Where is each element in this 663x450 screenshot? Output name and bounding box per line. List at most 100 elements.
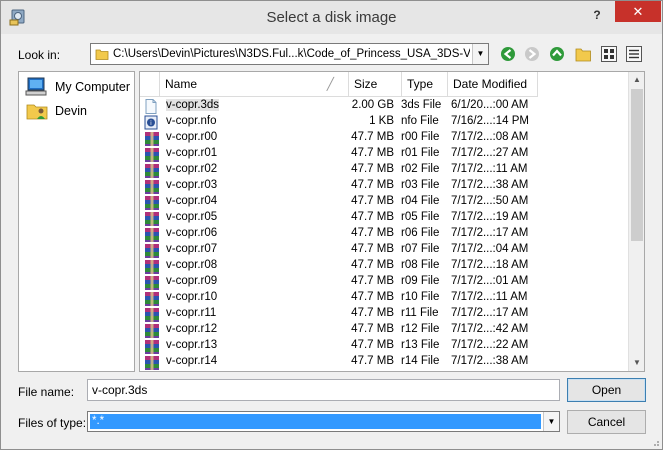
file-size: 47.7 MB — [351, 131, 394, 143]
file-name: v-copr.r02 — [166, 163, 218, 175]
archive-icon — [144, 355, 160, 371]
file-size: 47.7 MB — [351, 211, 394, 223]
file-row[interactable]: v-copr.r10 47.7 MB r10 File 7/17/2...:11 AM — [140, 290, 628, 306]
files-of-type-value: *.* — [90, 414, 541, 429]
column-spacer — [140, 72, 160, 97]
file-size: 47.7 MB — [351, 243, 394, 255]
file-date-modified: 7/17/2...:38 AM — [451, 355, 529, 367]
file-row[interactable]: v-copr.r00 47.7 MB r00 File 7/17/2...:08 AM — [140, 130, 628, 146]
up-folder-icon[interactable] — [547, 44, 567, 64]
file-date-modified: 7/16/2...:14 PM — [451, 115, 529, 127]
column-header-date[interactable]: Date Modified — [448, 72, 538, 97]
file-date-modified: 7/17/2...:11 AM — [451, 291, 528, 303]
sidebar-item-devin[interactable]: Devin — [23, 100, 131, 122]
places-sidebar: My Computer Devin — [18, 71, 135, 372]
file-name: v-copr.r10 — [166, 291, 218, 303]
file-type: r07 File — [401, 243, 440, 255]
file-row[interactable]: v-copr.r09 47.7 MB r09 File 7/17/2...:01 AM — [140, 274, 628, 290]
file-row[interactable]: v-copr.r03 47.7 MB r03 File 7/17/2...:38 AM — [140, 178, 628, 194]
open-button[interactable]: Open — [567, 378, 646, 402]
scroll-down-icon[interactable]: ▼ — [629, 355, 644, 371]
file-date-modified: 7/17/2...:42 AM — [451, 323, 529, 335]
files-of-type-select[interactable]: *.* ▼ — [87, 411, 560, 432]
files-of-type-label: Files of type: — [18, 416, 87, 430]
resize-grip-icon[interactable] — [650, 437, 660, 447]
file-row[interactable]: i v-copr.nfo 1 KB nfo File 7/16/2...:14 PM — [140, 114, 628, 130]
file-date-modified: 7/17/2...:17 AM — [451, 227, 529, 239]
column-header-name[interactable]: Name ╱ — [160, 72, 349, 97]
file-date-modified: 7/17/2...:18 AM — [451, 259, 529, 271]
file-name-label: File name: — [18, 385, 75, 399]
file-size: 47.7 MB — [351, 355, 394, 367]
file-date-modified: 6/1/20...:00 AM — [451, 99, 529, 111]
file-name: v-copr.r03 — [166, 179, 218, 191]
file-name-input[interactable]: v-copr.3ds — [87, 379, 560, 401]
file-size: 47.7 MB — [351, 339, 394, 351]
file-type: r01 File — [401, 147, 440, 159]
file-list: Name ╱ Size Type Date Modified v-copr.3d… — [139, 71, 645, 372]
file-size: 47.7 MB — [351, 179, 394, 191]
file-row[interactable]: v-copr.r12 47.7 MB r12 File 7/17/2...:42 AM — [140, 322, 628, 338]
file-type: 3ds File — [401, 99, 442, 111]
detail-view-icon[interactable] — [624, 44, 644, 64]
file-row[interactable]: v-copr.r05 47.7 MB r05 File 7/17/2...:19 AM — [140, 210, 628, 226]
file-type: r02 File — [401, 163, 440, 175]
file-date-modified: 7/17/2...:50 AM — [451, 195, 529, 207]
file-name: v-copr.r00 — [166, 131, 218, 143]
file-name: v-copr.r07 — [166, 243, 218, 255]
file-row[interactable]: v-copr.r02 47.7 MB r02 File 7/17/2...:11 AM — [140, 162, 628, 178]
window-title: Select a disk image — [266, 9, 397, 26]
file-row[interactable]: v-copr.r11 47.7 MB r11 File 7/17/2...:17 AM — [140, 306, 628, 322]
column-header: Name ╱ Size Type Date Modified — [140, 72, 628, 97]
file-type: r10 File — [401, 291, 440, 303]
file-size: 47.7 MB — [351, 227, 394, 239]
new-folder-icon[interactable] — [573, 44, 593, 64]
chevron-down-icon[interactable]: ▼ — [472, 44, 488, 64]
file-name: v-copr.r01 — [166, 147, 218, 159]
title-bar[interactable]: Select a disk image ? ✕ — [1, 1, 662, 34]
file-row[interactable]: v-copr.r08 47.7 MB r08 File 7/17/2...:18 AM — [140, 258, 628, 274]
file-size: 47.7 MB — [351, 275, 394, 287]
sidebar-item-my-computer[interactable]: My Computer — [23, 76, 131, 98]
file-date-modified: 7/17/2...:01 AM — [451, 275, 529, 287]
file-name: v-copr.nfo — [166, 115, 217, 127]
scroll-up-icon[interactable]: ▲ — [629, 72, 644, 88]
folder-icon — [95, 49, 109, 60]
file-size: 47.7 MB — [351, 291, 394, 303]
list-view-icon[interactable] — [599, 44, 619, 64]
file-row[interactable]: v-copr.r07 47.7 MB r07 File 7/17/2...:04 AM — [140, 242, 628, 258]
file-date-modified: 7/17/2...:38 AM — [451, 179, 529, 191]
column-resize-icon: ╱ — [326, 77, 334, 91]
file-row[interactable]: v-copr.r14 47.7 MB r14 File 7/17/2...:38 AM — [140, 354, 628, 370]
chevron-down-icon[interactable]: ▼ — [543, 412, 559, 431]
file-size: 47.7 MB — [351, 163, 394, 175]
file-date-modified: 7/17/2...:22 AM — [451, 339, 529, 351]
file-type: r08 File — [401, 259, 440, 271]
file-size: 1 KB — [369, 115, 394, 127]
close-button[interactable]: ✕ — [615, 1, 661, 22]
file-type: r09 File — [401, 275, 440, 287]
back-icon[interactable] — [498, 44, 518, 64]
look-in-combo[interactable]: C:\Users\Devin\Pictures\N3DS.Ful...k\Cod… — [90, 43, 489, 65]
file-row[interactable]: v-copr.r04 47.7 MB r04 File 7/17/2...:50 AM — [140, 194, 628, 210]
file-size: 47.7 MB — [351, 195, 394, 207]
file-size: 47.7 MB — [351, 147, 394, 159]
cancel-button[interactable]: Cancel — [567, 410, 646, 434]
column-header-type[interactable]: Type — [402, 72, 448, 97]
file-row[interactable]: v-copr.r06 47.7 MB r06 File 7/17/2...:17 AM — [140, 226, 628, 242]
file-row[interactable]: v-copr.r01 47.7 MB r01 File 7/17/2...:27 AM — [140, 146, 628, 162]
vertical-scrollbar[interactable]: ▲ ▼ — [628, 72, 644, 371]
file-type: r06 File — [401, 227, 440, 239]
forward-icon[interactable] — [522, 44, 542, 64]
file-row[interactable]: v-copr.3ds 2.00 GB 3ds File 6/1/20...:00 AM — [140, 98, 628, 114]
file-row[interactable]: v-copr.r13 47.7 MB r13 File 7/17/2...:22 AM — [140, 338, 628, 354]
help-button[interactable]: ? — [587, 5, 607, 25]
file-type: r03 File — [401, 179, 440, 191]
file-type: r12 File — [401, 323, 440, 335]
scrollbar-thumb[interactable] — [631, 89, 643, 241]
file-name: v-copr.r12 — [166, 323, 218, 335]
file-date-modified: 7/17/2...:04 AM — [451, 243, 529, 255]
file-size: 2.00 GB — [351, 99, 394, 111]
file-name: v-copr.r14 — [166, 355, 218, 367]
column-header-size[interactable]: Size — [349, 72, 402, 97]
